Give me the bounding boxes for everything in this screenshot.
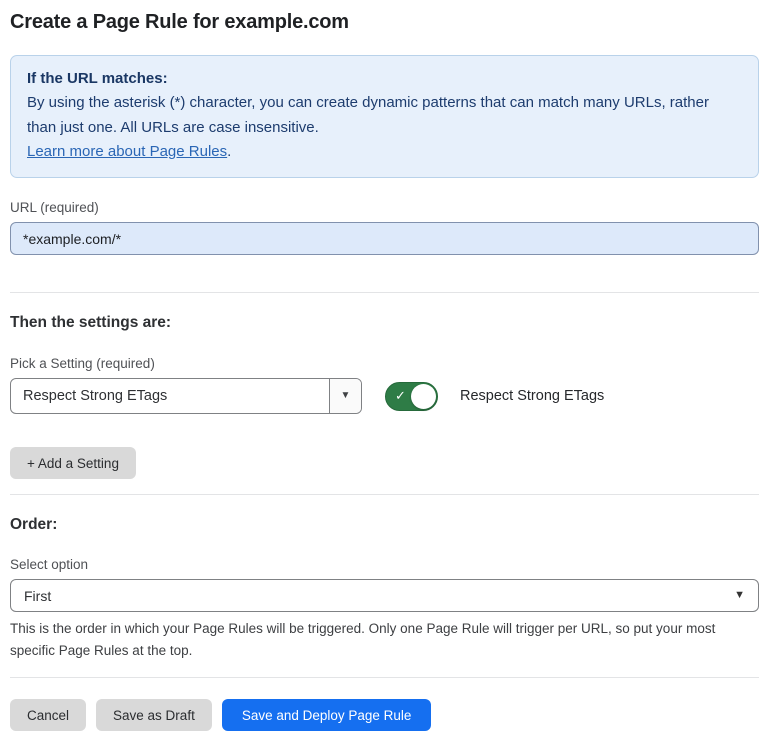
toggle-knob — [411, 384, 436, 409]
info-box-heading: If the URL matches: — [27, 67, 742, 91]
save-deploy-button[interactable]: Save and Deploy Page Rule — [222, 699, 432, 731]
setting-select-arrow-segment[interactable]: ▼ — [329, 379, 361, 413]
chevron-down-icon: ▼ — [341, 391, 351, 401]
section-divider — [10, 494, 759, 495]
settings-section-heading: Then the settings are: — [10, 314, 759, 332]
setting-select[interactable]: Respect Strong ETags ▼ — [10, 378, 362, 414]
setting-select-value: Respect Strong ETags — [11, 379, 329, 413]
order-select[interactable]: First ▼ — [10, 579, 759, 612]
order-help-text: This is the order in which your Page Rul… — [10, 618, 759, 661]
add-setting-button[interactable]: + Add a Setting — [10, 447, 136, 479]
learn-more-link[interactable]: Learn more about Page Rules — [27, 143, 227, 160]
footer-divider — [10, 677, 759, 678]
order-select-label: Select option — [10, 557, 759, 572]
url-input[interactable] — [10, 222, 759, 255]
save-draft-button[interactable]: Save as Draft — [96, 699, 212, 731]
order-select-value: First — [24, 588, 734, 604]
etags-toggle[interactable]: ✓ — [385, 382, 438, 411]
info-box-body: By using the asterisk (*) character, you… — [27, 91, 742, 140]
link-suffix: . — [227, 143, 231, 160]
section-divider — [10, 292, 759, 293]
check-icon: ✓ — [395, 389, 406, 402]
info-box-link-line: Learn more about Page Rules. — [27, 140, 742, 164]
footer-button-row: Cancel Save as Draft Save and Deploy Pag… — [10, 699, 759, 731]
url-match-info-box: If the URL matches: By using the asteris… — [10, 55, 759, 178]
page-title: Create a Page Rule for example.com — [10, 11, 759, 34]
pick-setting-label: Pick a Setting (required) — [10, 356, 759, 371]
cancel-button[interactable]: Cancel — [10, 699, 86, 731]
chevron-down-icon: ▼ — [734, 590, 745, 601]
create-page-rule-form: Create a Page Rule for example.com If th… — [0, 0, 769, 731]
url-field-label: URL (required) — [10, 200, 759, 215]
order-section-heading: Order: — [10, 516, 759, 534]
toggle-label: Respect Strong ETags — [460, 388, 604, 404]
setting-row: Respect Strong ETags ▼ ✓ Respect Strong … — [10, 378, 759, 414]
